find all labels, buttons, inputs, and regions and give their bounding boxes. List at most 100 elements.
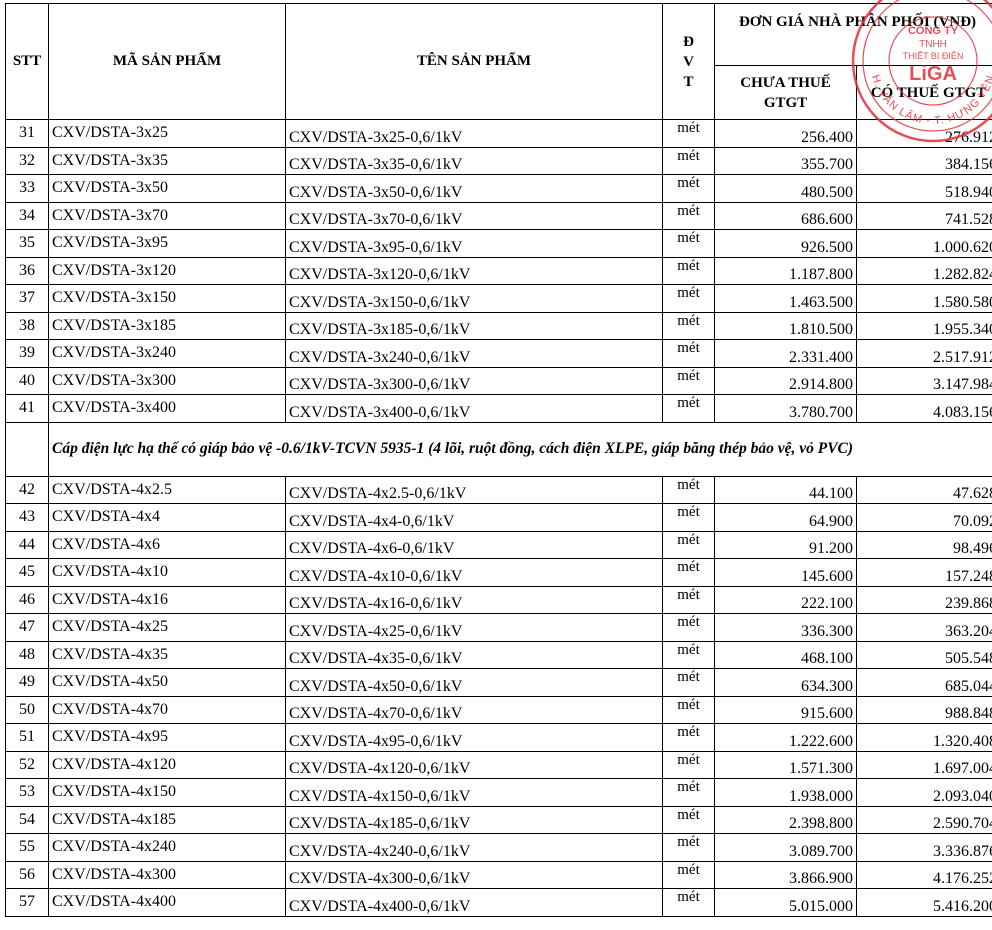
row-price-gross-cell: 3.147.984 — [855, 366, 992, 395]
row-stt-cell: 53 — [5, 778, 49, 807]
table-row: 39 CXV/DSTA-3x240 CXV/DSTA-3x240-0,6/1kV mé… — [5, 339, 992, 368]
row-product-name-cell: CXV/DSTA-4x50-0,6/1kV — [285, 668, 663, 697]
row-product-code-cell: CXV/DSTA-4x185 — [48, 805, 286, 834]
row-price-gross-cell: 98.496 — [855, 530, 992, 559]
table-row: 55 CXV/DSTA-4x240 CXV/DSTA-4x240-0,6/1kV mé… — [5, 833, 992, 862]
row-price-gross-cell: 518.940 — [855, 174, 992, 203]
row-price-net-cell: 3.780.700 — [714, 394, 857, 423]
row-product-name-cell: CXV/DSTA-4x240-0,6/1kV — [285, 833, 663, 862]
table-row: 33 CXV/DSTA-3x50 CXV/DSTA-3x50-0,6/1kV mét 4… — [5, 174, 992, 203]
row-unit-cell: mét — [662, 256, 715, 285]
row-price-net-cell: 91.200 — [714, 530, 857, 559]
row-price-net-cell: 2.331.400 — [714, 339, 857, 368]
row-price-gross-cell: 2.517.912 — [855, 339, 992, 368]
row-unit-cell: mét — [662, 668, 715, 697]
row-price-gross-cell: 505.548 — [855, 640, 992, 669]
table-body-three-core: 31 CXV/DSTA-3x25 CXV/DSTA-3x25-0,6/1kV mét 2… — [5, 119, 992, 423]
row-price-gross-cell: 2.590.704 — [855, 805, 992, 834]
header-row-top: STT MÃ SẢN PHẨM TÊN SẢN PHẨM Đ V T ĐƠN G… — [5, 3, 992, 120]
row-stt-cell: 44 — [5, 530, 49, 559]
row-product-name-cell: CXV/DSTA-4x95-0,6/1kV — [285, 723, 663, 752]
row-product-code-cell: CXV/DSTA-4x16 — [48, 585, 286, 614]
row-price-net-cell: 1.938.000 — [714, 778, 857, 807]
row-unit-cell: mét — [662, 585, 715, 614]
row-stt-cell: 52 — [5, 750, 49, 779]
row-price-net-cell: 1.463.500 — [714, 284, 857, 313]
row-unit-cell: mét — [662, 146, 715, 175]
row-price-net-cell: 145.600 — [714, 558, 857, 587]
section-title: Cáp điện lực hạ thế có giáp bảo vệ -0.6/… — [47, 421, 992, 477]
row-product-code-cell: CXV/DSTA-3x300 — [48, 366, 286, 395]
row-price-net-cell: 634.300 — [714, 668, 857, 697]
header-unit-line: Đ — [683, 33, 694, 50]
row-price-gross-cell: 741.528 — [855, 201, 992, 230]
row-price-gross-cell: 2.093.040 — [855, 778, 992, 807]
table-row: 38 CXV/DSTA-3x185 CXV/DSTA-3x185-0,6/1kV mé… — [5, 311, 992, 340]
row-stt-cell: 36 — [5, 256, 49, 285]
row-product-code-cell: CXV/DSTA-4x95 — [48, 723, 286, 752]
row-product-code-cell: CXV/DSTA-4x50 — [48, 668, 286, 697]
row-product-code-cell: CXV/DSTA-3x25 — [48, 119, 286, 148]
row-product-name-cell: CXV/DSTA-3x95-0,6/1kV — [285, 229, 663, 258]
row-product-code-cell: CXV/DSTA-3x50 — [48, 174, 286, 203]
row-stt-cell: 40 — [5, 366, 49, 395]
table-row: 51 CXV/DSTA-4x95 CXV/DSTA-4x95-0,6/1kV mét 1… — [5, 723, 992, 752]
row-stt-cell: 41 — [5, 394, 49, 423]
row-product-name-cell: CXV/DSTA-4x400-0,6/1kV — [285, 888, 663, 917]
row-price-gross-cell: 3.336.876 — [855, 833, 992, 862]
row-product-name-cell: CXV/DSTA-3x50-0,6/1kV — [285, 174, 663, 203]
table-row: 50 CXV/DSTA-4x70 CXV/DSTA-4x70-0,6/1kV mét 9… — [5, 695, 992, 724]
row-price-gross-cell: 157.248 — [855, 558, 992, 587]
row-product-name-cell: CXV/DSTA-4x185-0,6/1kV — [285, 805, 663, 834]
row-price-gross-cell: 4.176.252 — [855, 860, 992, 889]
row-price-net-cell: 480.500 — [714, 174, 857, 203]
row-unit-cell: mét — [662, 339, 715, 368]
row-price-net-cell: 3.089.700 — [714, 833, 857, 862]
row-product-code-cell: CXV/DSTA-3x185 — [48, 311, 286, 340]
row-price-net-cell: 1.810.500 — [714, 311, 857, 340]
header-unit-line: T — [683, 73, 694, 90]
row-price-net-cell: 5.015.000 — [714, 888, 857, 917]
row-price-gross-cell: 1.320.408 — [855, 723, 992, 752]
row-product-code-cell: CXV/DSTA-3x35 — [48, 146, 286, 175]
row-unit-cell: mét — [662, 613, 715, 642]
row-unit-cell: mét — [662, 723, 715, 752]
table-row: 48 CXV/DSTA-4x35 CXV/DSTA-4x35-0,6/1kV mét 4… — [5, 640, 992, 669]
table-row: 36 CXV/DSTA-3x120 CXV/DSTA-3x120-0,6/1kV mé… — [5, 256, 992, 285]
row-stt-cell: 33 — [5, 174, 49, 203]
section-block: Cáp điện lực hạ thế có giáp bảo vệ -0.6/… — [5, 421, 992, 477]
row-unit-cell: mét — [662, 229, 715, 258]
row-product-code-cell: CXV/DSTA-3x95 — [48, 229, 286, 258]
row-product-name-cell: CXV/DSTA-4x70-0,6/1kV — [285, 695, 663, 724]
row-product-code-cell: CXV/DSTA-4x4 — [48, 503, 286, 532]
row-unit-cell: mét — [662, 311, 715, 340]
row-price-gross-cell: 47.628 — [855, 475, 992, 504]
table-row: 45 CXV/DSTA-4x10 CXV/DSTA-4x10-0,6/1kV mét 1… — [5, 558, 992, 587]
row-product-code-cell: CXV/DSTA-4x10 — [48, 558, 286, 587]
row-unit-cell: mét — [662, 174, 715, 203]
row-unit-cell: mét — [662, 888, 715, 917]
table-row: 43 CXV/DSTA-4x4 CXV/DSTA-4x4-0,6/1kV mét 64.… — [5, 503, 992, 532]
row-price-gross-cell: 1.697.004 — [855, 750, 992, 779]
row-stt-cell: 38 — [5, 311, 49, 340]
row-unit-cell: mét — [662, 119, 715, 148]
table-row: 40 CXV/DSTA-3x300 CXV/DSTA-3x300-0,6/1kV mé… — [5, 366, 992, 395]
row-unit-cell: mét — [662, 284, 715, 313]
row-stt-cell: 50 — [5, 695, 49, 724]
row-price-gross-cell: 1.955.340 — [855, 311, 992, 340]
row-stt-cell: 37 — [5, 284, 49, 313]
row-product-name-cell: CXV/DSTA-3x120-0,6/1kV — [285, 256, 663, 285]
row-unit-cell: mét — [662, 860, 715, 889]
row-price-gross-cell: 384.156 — [855, 146, 992, 175]
header-unit: Đ V T — [662, 3, 715, 120]
table-row: 57 CXV/DSTA-4x400 CXV/DSTA-4x400-0,6/1kV mé… — [5, 888, 992, 917]
row-stt-cell: 34 — [5, 201, 49, 230]
row-price-net-cell: 1.187.800 — [714, 256, 857, 285]
table-row: 35 CXV/DSTA-3x95 CXV/DSTA-3x95-0,6/1kV mét 9… — [5, 229, 992, 258]
row-stt-cell: 56 — [5, 860, 49, 889]
row-stt-cell: 35 — [5, 229, 49, 258]
row-product-code-cell: CXV/DSTA-4x400 — [48, 888, 286, 917]
table-body-four-core: 42 CXV/DSTA-4x2.5 CXV/DSTA-4x2.5-0,6/1kV mé… — [5, 475, 992, 917]
row-price-net-cell: 336.300 — [714, 613, 857, 642]
row-product-name-cell: CXV/DSTA-4x300-0,6/1kV — [285, 860, 663, 889]
